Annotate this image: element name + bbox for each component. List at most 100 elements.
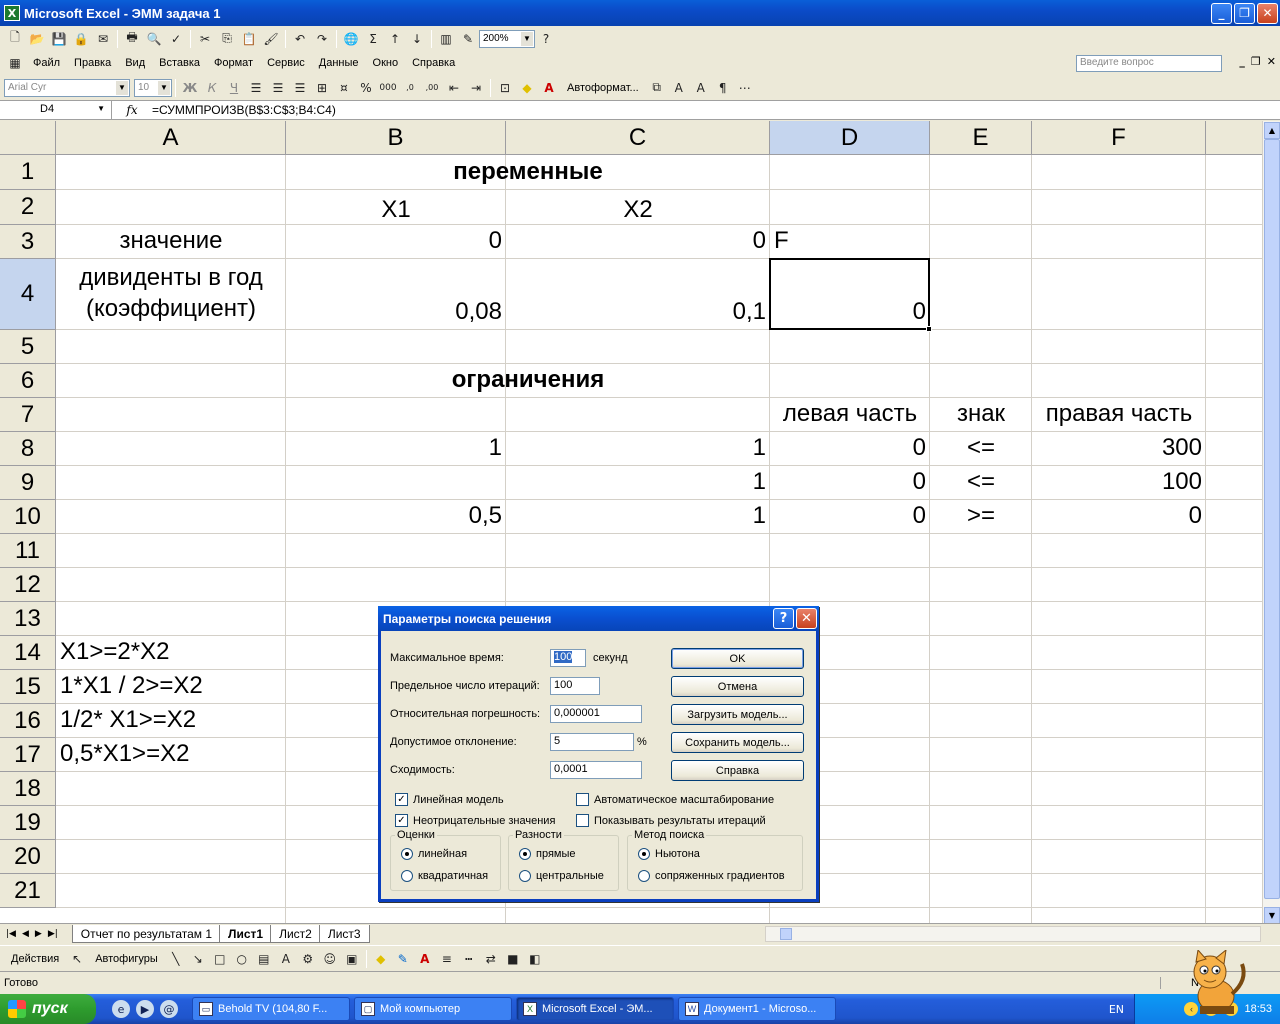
row-header-14[interactable]: 14 bbox=[0, 636, 56, 670]
sheet-tab-list1[interactable]: Лист1 bbox=[219, 925, 273, 943]
fill-color-icon[interactable]: ◆ bbox=[517, 78, 537, 98]
format-painter-icon[interactable]: 🖌 bbox=[261, 29, 281, 49]
clipart-icon[interactable]: ☺ bbox=[320, 949, 340, 969]
italic-icon[interactable]: К bbox=[202, 78, 222, 98]
task-behold-tv[interactable]: ▭ Behold TV (104,80 F... bbox=[192, 997, 350, 1021]
search-conjugate-radio[interactable]: сопряженных градиентов bbox=[638, 870, 785, 882]
row-header-20[interactable]: 20 bbox=[0, 840, 56, 874]
language-indicator[interactable]: EN bbox=[1099, 1003, 1134, 1016]
column-header-d[interactable]: D bbox=[770, 121, 930, 155]
cell-b8[interactable]: 1 bbox=[286, 432, 506, 466]
menu-view[interactable]: Вид bbox=[118, 57, 152, 69]
cell-e8[interactable]: <= bbox=[930, 432, 1032, 466]
menu-window[interactable]: Окно bbox=[366, 57, 406, 69]
last-sheet-icon[interactable]: ▶| bbox=[48, 929, 58, 939]
row-header-4[interactable]: 4 bbox=[0, 259, 56, 330]
cell-b6[interactable]: ограничения bbox=[286, 364, 770, 398]
vertical-scrollbar[interactable]: ▲ ▼ bbox=[1262, 121, 1280, 927]
cell-b2[interactable]: X1 bbox=[286, 190, 506, 225]
start-button[interactable]: пуск bbox=[0, 994, 96, 1024]
autosum-icon[interactable]: Σ bbox=[363, 29, 383, 49]
scroll-down-icon[interactable]: ▼ bbox=[1264, 907, 1280, 924]
arrow-style-icon[interactable]: ⇄ bbox=[481, 949, 501, 969]
minimize-button[interactable]: _ bbox=[1211, 2, 1232, 24]
cell-d7[interactable]: левая часть bbox=[770, 398, 930, 432]
maximize-button[interactable]: ❐ bbox=[1234, 2, 1255, 24]
currency-icon[interactable]: ¤ bbox=[334, 78, 354, 98]
ok-button[interactable]: OK bbox=[671, 648, 804, 669]
save-model-button[interactable]: Сохранить модель... bbox=[671, 732, 804, 753]
help-button[interactable]: Справка bbox=[671, 760, 804, 781]
sheet-tab-list3[interactable]: Лист3 bbox=[318, 925, 370, 943]
estimates-linear-radio[interactable]: линейная bbox=[401, 848, 467, 860]
cell-b1[interactable]: переменные bbox=[286, 155, 770, 190]
open-icon[interactable]: 📂 bbox=[27, 29, 47, 49]
iterations-input[interactable]: 100 bbox=[550, 677, 600, 695]
dash-style-icon[interactable]: ┅ bbox=[459, 949, 479, 969]
bold-icon[interactable]: Ж bbox=[180, 78, 200, 98]
arrow-icon[interactable]: ↘ bbox=[188, 949, 208, 969]
sort-desc-icon[interactable]: ↓ bbox=[407, 29, 427, 49]
menu-data[interactable]: Данные bbox=[312, 57, 366, 69]
next-sheet-icon[interactable]: ▶ bbox=[35, 929, 42, 939]
cell-e7[interactable]: знак bbox=[930, 398, 1032, 432]
media-player-icon[interactable]: ▶ bbox=[136, 1000, 154, 1018]
decrease-indent-icon[interactable]: ⇤ bbox=[444, 78, 464, 98]
copy-icon[interactable]: ⎘ bbox=[217, 29, 237, 49]
linear-model-checkbox[interactable]: ✓ Линейная модель bbox=[395, 793, 504, 806]
paragraph-icon[interactable]: ¶ bbox=[713, 78, 733, 98]
help-icon[interactable]: ? bbox=[773, 608, 794, 629]
merge-center-icon[interactable]: ⊞ bbox=[312, 78, 332, 98]
workbook-restore-icon[interactable]: ❐ bbox=[1251, 55, 1261, 68]
name-box[interactable]: D4 ▼ bbox=[0, 101, 112, 119]
rectangle-icon[interactable]: □ bbox=[210, 949, 230, 969]
paste-icon[interactable]: 📋 bbox=[239, 29, 259, 49]
row-header-16[interactable]: 16 bbox=[0, 704, 56, 738]
cell-d10[interactable]: 0 bbox=[770, 500, 930, 534]
shrink-font-icon[interactable]: A bbox=[691, 78, 711, 98]
fill-color-icon[interactable]: ◆ bbox=[371, 949, 391, 969]
zoom-select[interactable]: 200% ▼ bbox=[479, 29, 535, 48]
print-preview-icon[interactable]: 🔍 bbox=[144, 29, 164, 49]
cell-f10[interactable]: 0 bbox=[1032, 500, 1206, 534]
prev-sheet-icon[interactable]: ◀ bbox=[22, 929, 29, 939]
task-word[interactable]: W Документ1 - Microso... bbox=[678, 997, 836, 1021]
menu-file[interactable]: Файл bbox=[26, 57, 67, 69]
menu-format[interactable]: Формат bbox=[207, 57, 260, 69]
scroll-up-icon[interactable]: ▲ bbox=[1264, 122, 1280, 139]
column-header-a[interactable]: A bbox=[56, 121, 286, 155]
row-header-1[interactable]: 1 bbox=[0, 155, 56, 190]
cell-c2[interactable]: X2 bbox=[506, 190, 770, 225]
convergence-input[interactable]: 0,0001 bbox=[550, 761, 642, 779]
auto-scaling-checkbox[interactable]: Автоматическое масштабирование bbox=[576, 793, 774, 806]
row-header-6[interactable]: 6 bbox=[0, 364, 56, 398]
row-header-13[interactable]: 13 bbox=[0, 602, 56, 636]
horizontal-scrollbar[interactable] bbox=[765, 926, 1261, 942]
help-icon[interactable]: ? bbox=[536, 29, 556, 49]
email-icon[interactable]: ✉ bbox=[93, 29, 113, 49]
underline-icon[interactable]: Ч bbox=[224, 78, 244, 98]
cell-e9[interactable]: <= bbox=[930, 466, 1032, 500]
redo-icon[interactable]: ↷ bbox=[312, 29, 332, 49]
task-excel[interactable]: X Microsoft Excel - ЭМ... bbox=[516, 997, 674, 1021]
row-header-18[interactable]: 18 bbox=[0, 772, 56, 806]
grow-font-icon[interactable]: A bbox=[669, 78, 689, 98]
autoformat-button[interactable]: Автоформат... bbox=[560, 82, 646, 94]
workbook-close-icon[interactable]: ✕ bbox=[1267, 55, 1276, 68]
row-header-17[interactable]: 17 bbox=[0, 738, 56, 772]
actions-menu[interactable]: Действия bbox=[4, 953, 66, 965]
menu-help[interactable]: Справка bbox=[405, 57, 462, 69]
derivatives-central-radio[interactable]: центральные bbox=[519, 870, 604, 882]
thousands-icon[interactable]: 000 bbox=[378, 78, 398, 98]
print-icon[interactable]: 🖶 bbox=[122, 29, 142, 49]
outlook-icon[interactable]: @ bbox=[160, 1000, 178, 1018]
search-newton-radio[interactable]: Ньютона bbox=[638, 848, 700, 860]
drawing-icon[interactable]: ✎ bbox=[458, 29, 478, 49]
first-sheet-icon[interactable]: |◀ bbox=[6, 929, 16, 939]
percent-icon[interactable]: % bbox=[356, 78, 376, 98]
workbook-minimize-icon[interactable]: _ bbox=[1239, 55, 1245, 68]
cell-e10[interactable]: >= bbox=[930, 500, 1032, 534]
cell-c4[interactable]: 0,1 bbox=[506, 259, 770, 330]
spelling-icon[interactable]: ✓ bbox=[166, 29, 186, 49]
row-header-7[interactable]: 7 bbox=[0, 398, 56, 432]
